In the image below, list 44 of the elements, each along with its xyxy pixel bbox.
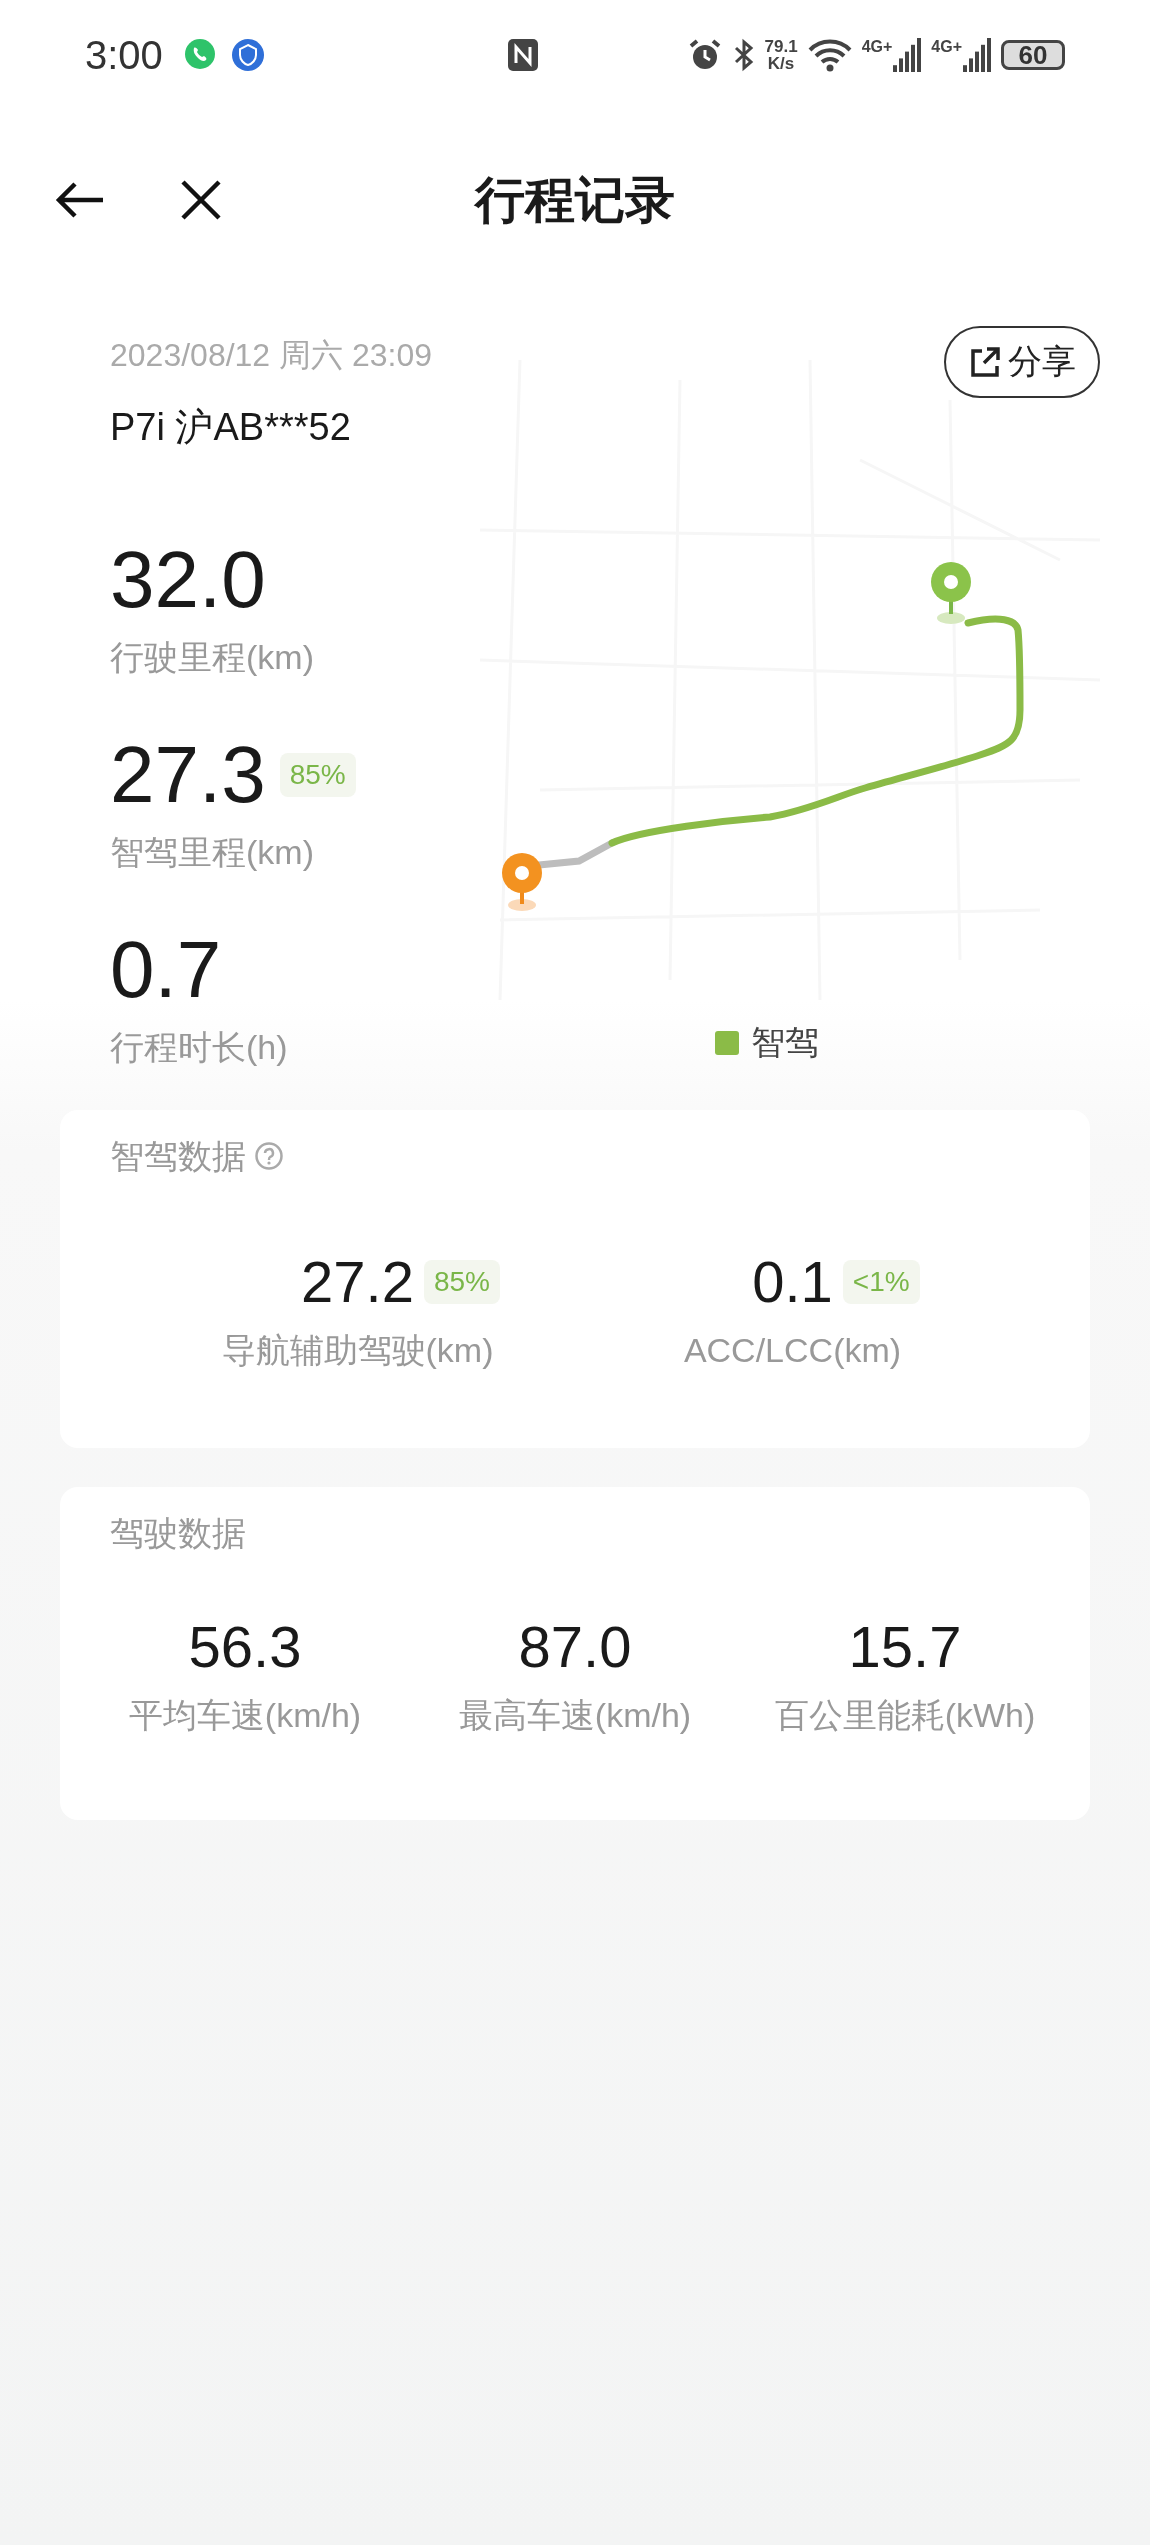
stat-label: 行程时长(h) xyxy=(110,1027,288,1068)
percent-badge: <1% xyxy=(842,1260,920,1304)
shield-app-icon xyxy=(230,38,265,72)
stat-value: 0.7 xyxy=(110,926,222,1014)
stat-label: 行驶里程(km) xyxy=(110,637,314,678)
close-button[interactable] xyxy=(180,179,222,221)
stat-label: 智驾里程(km) xyxy=(110,832,314,873)
stat-label: ACC/LCC(km) xyxy=(683,1330,902,1371)
stat-value: 27.3 xyxy=(110,731,266,819)
share-icon xyxy=(968,345,1002,379)
vehicle-plate: P7i 沪AB***52 xyxy=(110,405,351,450)
end-pin-icon xyxy=(931,562,971,624)
wifi-icon xyxy=(807,38,852,72)
stat-label: 最高车速(km/h) xyxy=(458,1695,692,1736)
back-button[interactable] xyxy=(55,180,105,220)
stat-value: 27.2 xyxy=(301,1250,414,1314)
chat-app-icon xyxy=(182,38,217,72)
share-button[interactable]: 分享 xyxy=(944,326,1100,398)
percent-badge: 85% xyxy=(279,753,356,797)
start-pin-icon xyxy=(502,853,542,911)
page-title: 行程记录 xyxy=(475,170,675,230)
stat-value: 32.0 xyxy=(110,536,266,624)
network-type: 4G+ xyxy=(861,38,893,56)
stat-label: 导航辅助驾驶(km) xyxy=(221,1330,494,1371)
net-speed: 79.1 xyxy=(764,38,798,55)
stat-value: 56.3 xyxy=(188,1615,302,1679)
percent-badge: 85% xyxy=(423,1260,500,1304)
network-type: 4G+ xyxy=(931,38,962,56)
signal-icon xyxy=(893,38,922,72)
trip-datetime: 2023/08/12 周六 23:09 xyxy=(110,336,432,375)
signal-icon xyxy=(963,38,991,72)
stat-value: 15.7 xyxy=(848,1615,962,1679)
card-title: 智驾数据 xyxy=(110,1136,246,1177)
battery-indicator: 60 xyxy=(1001,40,1065,70)
stat-label: 百公里能耗(kWh) xyxy=(774,1695,1036,1736)
stat-label: 平均车速(km/h) xyxy=(128,1695,362,1736)
legend-label: 智驾 xyxy=(751,1022,819,1063)
stat-value: 0.1 xyxy=(752,1250,833,1314)
stat-value: 87.0 xyxy=(518,1615,632,1679)
net-speed-unit: K/s xyxy=(767,55,795,72)
bluetooth-icon xyxy=(732,38,755,72)
status-time: 3:00 xyxy=(85,32,163,78)
card-title: 驾驶数据 xyxy=(110,1513,246,1554)
nfc-icon xyxy=(506,38,539,72)
